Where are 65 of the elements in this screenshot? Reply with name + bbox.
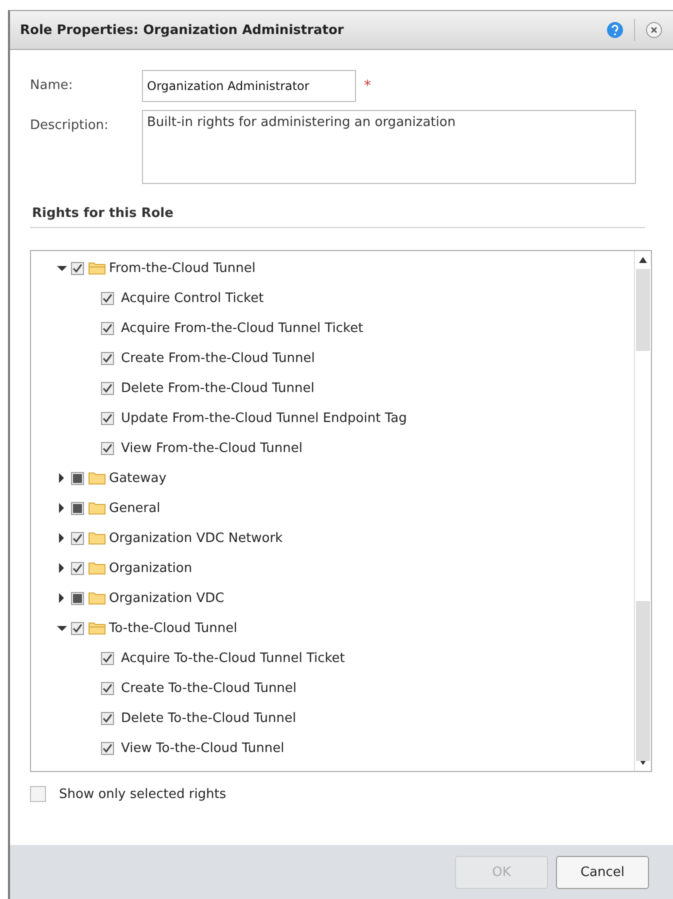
tree-item[interactable]: From-the-Cloud Tunnel bbox=[109, 260, 256, 276]
tree-item[interactable]: Create From-the-Cloud Tunnel bbox=[121, 350, 315, 366]
tree-item[interactable]: Acquire From-the-Cloud Tunnel Ticket bbox=[121, 320, 364, 336]
scroll-down-icon[interactable] bbox=[639, 759, 647, 765]
close-icon[interactable] bbox=[645, 21, 663, 39]
folder-icon bbox=[88, 531, 106, 545]
checkbox[interactable] bbox=[71, 622, 84, 634]
checkbox[interactable] bbox=[71, 472, 84, 484]
scrollbar-thumb[interactable] bbox=[636, 269, 650, 351]
tree-item[interactable]: Acquire Control Ticket bbox=[121, 290, 264, 306]
open-folder-icon bbox=[88, 621, 106, 635]
name-field[interactable]: Organization Administrator bbox=[142, 70, 356, 102]
checkbox[interactable] bbox=[101, 682, 114, 694]
checkbox[interactable] bbox=[101, 322, 114, 334]
tree-item[interactable]: Delete From-the-Cloud Tunnel bbox=[121, 380, 314, 396]
checkbox[interactable] bbox=[101, 352, 114, 364]
tree-item[interactable]: Organization VDC bbox=[109, 590, 224, 606]
tree-item[interactable]: View To-the-Cloud Tunnel bbox=[121, 740, 284, 756]
required-mark: * bbox=[364, 78, 371, 94]
caret-icon[interactable] bbox=[57, 623, 67, 633]
checkbox[interactable] bbox=[101, 292, 114, 304]
tree-item[interactable]: Acquire To-the-Cloud Tunnel Ticket bbox=[121, 650, 345, 666]
tree-item[interactable]: Update From-the-Cloud Tunnel Endpoint Tag bbox=[121, 410, 407, 426]
section-heading: Rights for this Role bbox=[30, 192, 645, 228]
scrollbar-thumb[interactable] bbox=[636, 601, 650, 761]
checkbox[interactable] bbox=[71, 502, 84, 514]
checkbox[interactable] bbox=[71, 592, 84, 604]
checkbox[interactable] bbox=[101, 382, 114, 394]
tree-item[interactable]: General bbox=[109, 500, 160, 516]
tree-item[interactable]: Delete To-the-Cloud Tunnel bbox=[121, 710, 296, 726]
tree-item[interactable]: Organization bbox=[109, 560, 192, 576]
help-icon[interactable] bbox=[606, 21, 624, 39]
checkbox[interactable] bbox=[101, 652, 114, 664]
folder-icon bbox=[88, 471, 106, 485]
folder-icon bbox=[88, 501, 106, 515]
field-label: Description: bbox=[30, 117, 110, 133]
scroll-up-icon[interactable] bbox=[639, 257, 647, 263]
caret-icon[interactable] bbox=[57, 593, 67, 603]
tree-item[interactable]: Gateway bbox=[109, 470, 166, 486]
cancel-button[interactable]: Cancel bbox=[556, 856, 649, 888]
checkbox-label[interactable]: Show only selected rights bbox=[59, 786, 226, 802]
tree-item[interactable]: View From-the-Cloud Tunnel bbox=[121, 440, 302, 456]
caret-icon[interactable] bbox=[57, 533, 67, 543]
checkbox[interactable] bbox=[71, 562, 84, 574]
tree-item[interactable]: Organization VDC Network bbox=[109, 530, 283, 546]
checkbox[interactable] bbox=[101, 712, 114, 724]
field-label: Name: bbox=[30, 77, 74, 93]
checkbox[interactable] bbox=[101, 442, 114, 454]
scrollbar[interactable] bbox=[634, 251, 651, 771]
caret-icon[interactable] bbox=[57, 503, 67, 513]
tree-item[interactable]: Create To-the-Cloud Tunnel bbox=[121, 680, 297, 696]
open-folder-icon bbox=[88, 261, 106, 275]
caret-icon[interactable] bbox=[57, 263, 67, 273]
checkbox[interactable] bbox=[101, 412, 114, 424]
tree-item[interactable]: To-the-Cloud Tunnel bbox=[109, 620, 238, 636]
checkbox[interactable] bbox=[71, 532, 84, 544]
folder-icon bbox=[88, 591, 106, 605]
window-title: Role Properties: Organization Administrator bbox=[20, 22, 345, 38]
description-field[interactable]: Built-in rights for administering an organization bbox=[142, 110, 636, 184]
folder-icon bbox=[88, 561, 106, 575]
caret-icon[interactable] bbox=[57, 473, 67, 483]
checkbox[interactable] bbox=[30, 786, 46, 802]
caret-icon[interactable] bbox=[57, 563, 67, 573]
checkbox[interactable] bbox=[71, 262, 84, 274]
checkbox[interactable] bbox=[101, 742, 114, 754]
